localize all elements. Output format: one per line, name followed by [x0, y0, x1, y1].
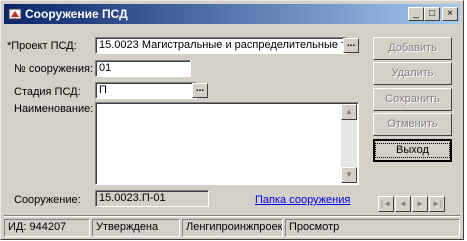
name-scrollbar[interactable]: ▲ ▼ [341, 104, 357, 183]
delete-button[interactable]: Удалить [373, 62, 452, 85]
app-icon [8, 8, 22, 20]
structure-field: 15.0023.П-01 [95, 190, 209, 207]
close-button[interactable]: × [442, 7, 458, 21]
status-state: Утверждена [92, 219, 180, 237]
maximize-button[interactable]: □ [424, 7, 440, 21]
scroll-up-icon[interactable]: ▲ [341, 104, 357, 120]
nav-last-icon[interactable]: ►| [429, 196, 445, 212]
window-title: Сооружение ПСД [25, 7, 128, 21]
number-label: № сооружения: [14, 63, 94, 75]
number-field[interactable]: 01 [95, 60, 191, 77]
project-field[interactable]: 15.0023 Магистральные и распределительны… [95, 37, 347, 54]
stage-field[interactable]: П [95, 82, 197, 99]
cancel-button[interactable]: Отменить [373, 113, 452, 136]
folder-link[interactable]: Папка сооружения [255, 194, 350, 206]
name-textarea[interactable]: ▲ ▼ [95, 102, 359, 185]
structure-label: Сооружение: [14, 194, 81, 206]
status-id: ИД: 944207 [4, 219, 90, 237]
project-browse-button[interactable]: ... [343, 38, 359, 53]
dialog-window: Сооружение ПСД _ □ × *Проект ПСД: 15.002… [0, 0, 464, 240]
nav-first-icon[interactable]: |◄ [378, 196, 394, 212]
stage-browse-button[interactable]: ... [192, 83, 208, 98]
project-label: *Проект ПСД: [7, 40, 77, 52]
status-separator [4, 215, 460, 217]
save-button[interactable]: Сохранить [373, 88, 452, 111]
status-org: Ленгипроинжпроект [182, 219, 283, 237]
minimize-button[interactable]: _ [408, 7, 424, 21]
title-bar[interactable]: Сооружение ПСД _ □ × [4, 4, 460, 24]
add-button[interactable]: Добавить [373, 37, 452, 60]
exit-button[interactable]: Выход [373, 139, 452, 162]
status-mode: Просмотр [285, 219, 460, 237]
name-label: Наименование: [14, 103, 94, 115]
scroll-down-icon[interactable]: ▼ [341, 167, 357, 183]
nav-next-icon[interactable]: ► [412, 196, 428, 212]
exit-button-label: Выход [375, 143, 450, 158]
nav-prev-icon[interactable]: ◄ [395, 196, 411, 212]
stage-label: Стадия ПСД: [14, 86, 81, 98]
